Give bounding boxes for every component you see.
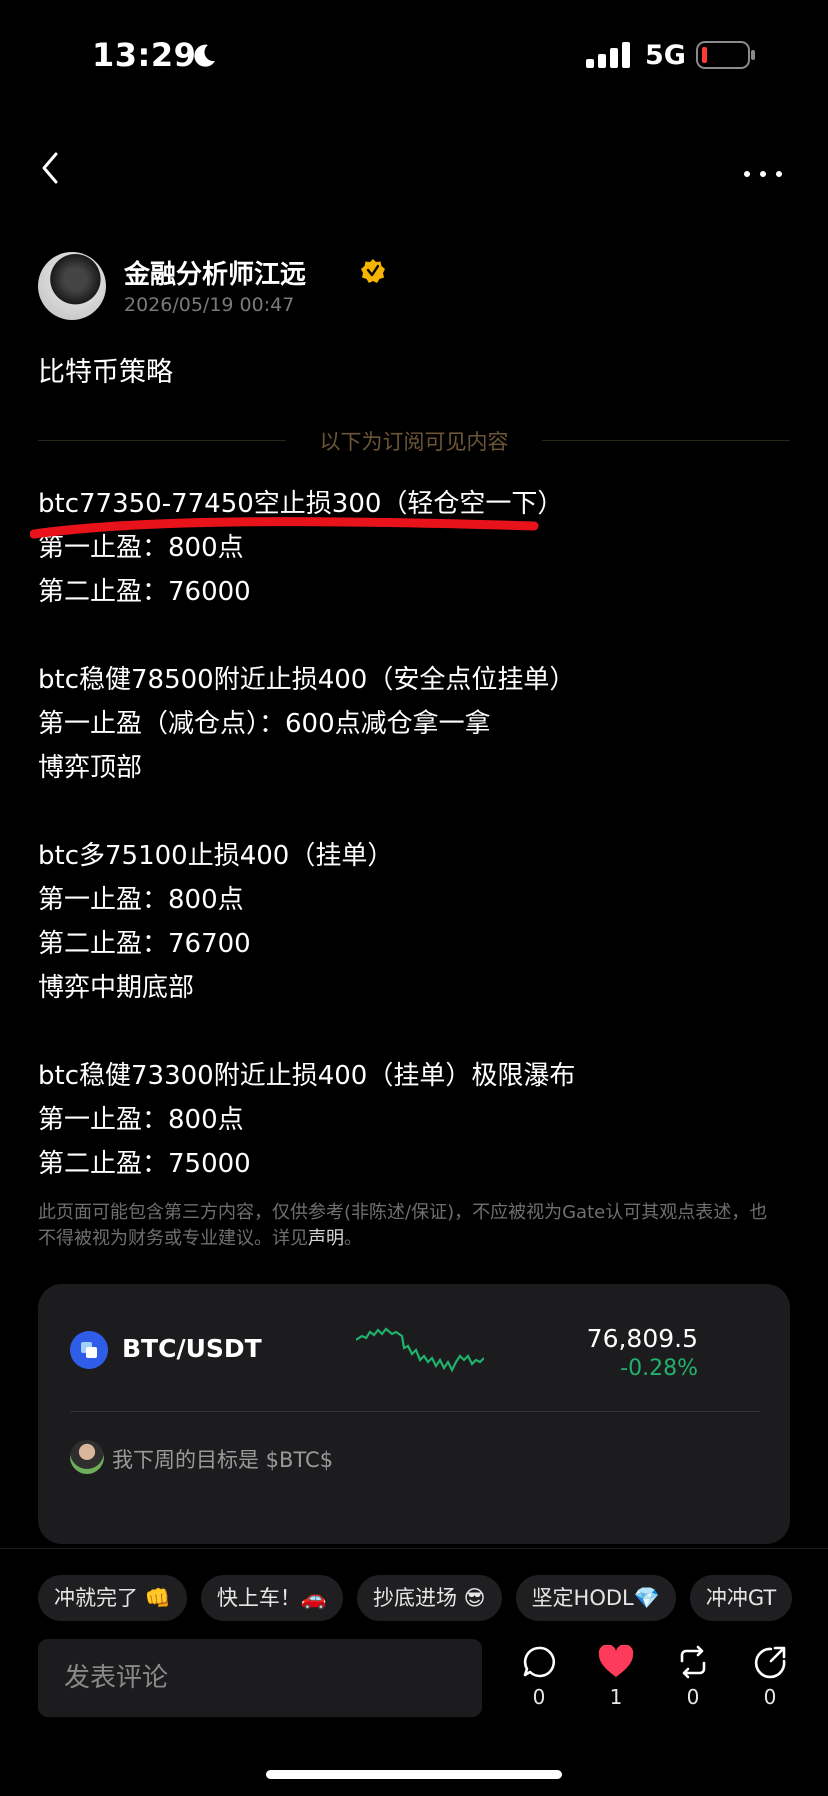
quick-reply-chip[interactable]: 坚定HODL💎 bbox=[515, 1575, 676, 1621]
disclaimer-text: 此页面可能包含第三方内容，仅供参考(非陈述/保证)，不应被视为Gate认可其观点… bbox=[38, 1202, 768, 1249]
battery-low-icon bbox=[696, 41, 755, 69]
content-line: 第二止盈：76000 bbox=[38, 577, 251, 607]
share-count: 0 bbox=[763, 1685, 777, 1709]
quick-reply-chips: 冲就完了 👊 快上车！🚗 抄底进场 😎 坚定HODL💎 冲冲GT bbox=[38, 1575, 828, 1623]
status-time: 13:29 bbox=[92, 36, 197, 74]
verified-badge-icon bbox=[361, 259, 385, 283]
more-dots-icon[interactable] bbox=[738, 146, 788, 190]
comment-action[interactable]: 0 bbox=[512, 1645, 566, 1725]
related-post-text[interactable]: 我下周的目标是 $BTC$ bbox=[112, 1444, 333, 1474]
content-line: 博弈顶部 bbox=[38, 753, 143, 783]
share-icon bbox=[754, 1646, 786, 1679]
post-timestamp: 2026/05/19 00:47 bbox=[124, 294, 295, 316]
repost-icon bbox=[680, 1645, 706, 1679]
price-sparkline bbox=[356, 1327, 484, 1373]
content-line: 博弈中期底部 bbox=[38, 973, 195, 1003]
ticker-price: 76,809.5 bbox=[586, 1324, 698, 1353]
network-label: 5G bbox=[645, 40, 686, 71]
like-action[interactable]: 1 bbox=[589, 1645, 643, 1725]
subscriber-divider-label: 以下为订阅可见内容 bbox=[319, 430, 509, 454]
post-title: 比特币策略 bbox=[38, 357, 173, 388]
author-header: 金融分析师江远 2026/05/19 00:47 bbox=[38, 252, 798, 322]
back-arrow-icon[interactable] bbox=[34, 146, 74, 190]
moon-icon bbox=[194, 44, 215, 67]
content-line: btc稳健78500附近止损400（安全点位挂单） bbox=[38, 665, 576, 695]
repost-action[interactable]: 0 bbox=[666, 1645, 720, 1725]
coin-icon bbox=[70, 1331, 108, 1369]
share-action[interactable]: 0 bbox=[743, 1645, 797, 1725]
quick-reply-chip[interactable]: 抄底进场 😎 bbox=[356, 1575, 502, 1621]
subscriber-divider: 以下为订阅可见内容 bbox=[38, 426, 790, 456]
post-content: btc77350-77450空止损300（轻仓空一下） 第一止盈：800点 第二… bbox=[38, 482, 798, 1186]
ticker-change: -0.28% bbox=[620, 1356, 698, 1381]
quick-reply-chip[interactable]: 冲就完了 👊 bbox=[38, 1575, 187, 1621]
content-line: 第二止盈：75000 bbox=[38, 1149, 251, 1179]
content-line: 第一止盈：800点 bbox=[38, 1105, 244, 1135]
nav-bar bbox=[0, 140, 828, 200]
disclaimer-end: 。 bbox=[344, 1228, 362, 1249]
content-line: 第一止盈：800点 bbox=[38, 885, 244, 915]
related-post-avatar bbox=[70, 1440, 104, 1474]
author-name[interactable]: 金融分析师江远 bbox=[124, 254, 306, 291]
bottom-bar: 冲就完了 👊 快上车！🚗 抄底进场 😎 坚定HODL💎 冲冲GT 0 1 0 0 bbox=[0, 1548, 828, 1796]
content-line: 第二止盈：76700 bbox=[38, 929, 251, 959]
heart-icon bbox=[598, 1645, 634, 1677]
home-indicator[interactable] bbox=[266, 1770, 562, 1779]
ticker-card[interactable]: BTC/USDT 76,809.5 -0.28% 我下周的目标是 $BTC$ bbox=[38, 1284, 790, 1544]
comment-icon bbox=[523, 1646, 556, 1678]
red-highlight-underline bbox=[30, 517, 539, 539]
repost-count: 0 bbox=[686, 1685, 700, 1709]
avatar[interactable] bbox=[38, 252, 106, 320]
content-line: 第一止盈（减仓点）：600点减仓拿一拿 bbox=[38, 709, 491, 739]
comment-input[interactable] bbox=[38, 1639, 482, 1717]
content-line: btc多75100止损400（挂单） bbox=[38, 841, 394, 871]
disclaimer-link[interactable]: 声明 bbox=[308, 1228, 344, 1249]
quick-reply-chip[interactable]: 冲冲GT bbox=[689, 1575, 793, 1621]
card-divider bbox=[70, 1411, 760, 1412]
quick-reply-chip[interactable]: 快上车！🚗 bbox=[200, 1575, 343, 1621]
status-bar: 13:29 5G bbox=[0, 0, 828, 110]
like-count: 1 bbox=[609, 1685, 623, 1709]
pair-name: BTC/USDT bbox=[122, 1334, 262, 1363]
disclaimer: 此页面可能包含第三方内容，仅供参考(非陈述/保证)，不应被视为Gate认可其观点… bbox=[38, 1200, 778, 1252]
content-line: btc稳健73300附近止损400（挂单）极限瀑布 bbox=[38, 1061, 576, 1091]
divider-line-right bbox=[542, 440, 790, 441]
signal-icon bbox=[586, 42, 630, 68]
comment-count: 0 bbox=[532, 1685, 546, 1709]
